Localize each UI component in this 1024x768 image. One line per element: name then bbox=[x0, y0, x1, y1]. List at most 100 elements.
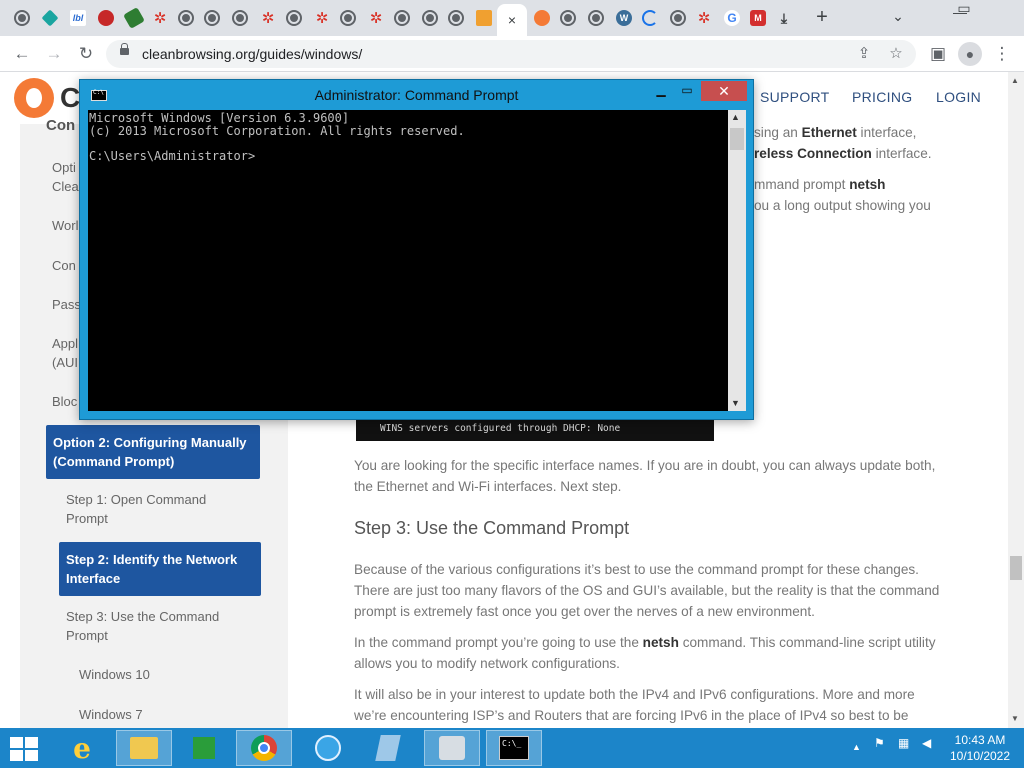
logo-text[interactable]: C bbox=[60, 82, 80, 114]
taskbar-file-explorer[interactable] bbox=[116, 730, 172, 766]
tab-26[interactable]: ✲ bbox=[691, 4, 717, 32]
cmd-line-version: Microsoft Windows [Version 6.3.9600] bbox=[89, 111, 350, 125]
cmd-scroll-up-icon[interactable]: ▲ bbox=[731, 112, 740, 122]
tab-18[interactable] bbox=[471, 4, 497, 32]
globe-icon bbox=[670, 10, 686, 26]
tab-21[interactable] bbox=[555, 4, 581, 32]
tab-6[interactable]: ✲ bbox=[147, 4, 173, 32]
taskbar-chrome[interactable] bbox=[236, 730, 292, 766]
tab-search-icon[interactable]: ⌄ bbox=[878, 0, 918, 32]
clock-time: 10:43 AM bbox=[954, 733, 1006, 747]
show-hidden-icons[interactable]: ▲ bbox=[852, 742, 861, 752]
clock[interactable]: 10:43 AM 10/10/2022 bbox=[942, 732, 1018, 764]
taskbar-app-gem[interactable] bbox=[360, 730, 416, 766]
cmd-line-prompt[interactable]: C:\Users\Administrator> bbox=[89, 149, 728, 163]
scroll-down-icon[interactable]: ▼ bbox=[1011, 714, 1019, 723]
tab-23[interactable]: W bbox=[611, 4, 637, 32]
side-panel-icon[interactable]: ▣ bbox=[926, 42, 950, 66]
profile-icon[interactable]: ● bbox=[958, 42, 982, 66]
tab-3[interactable]: lbl bbox=[65, 4, 91, 32]
cmd-scrollbar-thumb[interactable] bbox=[730, 128, 744, 150]
tab-10[interactable]: ✲ bbox=[255, 4, 281, 32]
bookmark-star-icon[interactable]: ☆ bbox=[886, 44, 906, 64]
start-button[interactable] bbox=[10, 737, 38, 761]
tab-12[interactable]: ✲ bbox=[309, 4, 335, 32]
cleanbrowsing-logo-icon[interactable] bbox=[14, 78, 54, 118]
paragraph-netsh: In the command prompt you’re going to us… bbox=[354, 635, 936, 671]
page-scrollbar-thumb[interactable] bbox=[1010, 556, 1022, 580]
tab-7[interactable] bbox=[173, 4, 199, 32]
network-tray-icon[interactable]: ▦ bbox=[898, 736, 909, 750]
cmd-line-copyright: (c) 2013 Microsoft Corporation. All righ… bbox=[89, 123, 465, 138]
tab-20[interactable] bbox=[529, 4, 555, 32]
tab-22[interactable] bbox=[583, 4, 609, 32]
back-icon[interactable]: ← bbox=[10, 42, 34, 66]
toc-windows7[interactable]: Windows 7 bbox=[79, 705, 143, 724]
tab-29[interactable]: ⤓ bbox=[771, 4, 797, 32]
tab-4[interactable] bbox=[93, 4, 119, 32]
tab-15[interactable] bbox=[389, 4, 415, 32]
taskbar-ie[interactable]: e bbox=[54, 730, 110, 766]
nav-pricing[interactable]: PRICING bbox=[852, 89, 912, 105]
volume-icon[interactable]: ◀ bbox=[922, 736, 931, 750]
tab-25[interactable] bbox=[665, 4, 691, 32]
cmd-scrollbar[interactable] bbox=[728, 110, 746, 411]
toc-step1[interactable]: Step 1: Open Command Prompt bbox=[66, 490, 206, 528]
cmd-scroll-down-icon[interactable]: ▼ bbox=[731, 398, 740, 408]
forward-icon[interactable]: → bbox=[42, 42, 66, 66]
tab-13[interactable] bbox=[335, 4, 361, 32]
cmd-minimize-button[interactable]: ▁ bbox=[648, 81, 674, 101]
globe-icon bbox=[232, 10, 248, 26]
tab-5[interactable] bbox=[121, 4, 147, 32]
toc-step3[interactable]: Step 3: Use the Command Prompt bbox=[66, 607, 219, 645]
page-scrollbar[interactable] bbox=[1008, 72, 1024, 728]
nav-support[interactable]: SUPPORT bbox=[760, 89, 830, 105]
code-line: WINS servers configured through DHCP: No… bbox=[380, 423, 621, 434]
flower-icon: ✲ bbox=[261, 10, 275, 27]
cmd-console[interactable]: Microsoft Windows [Version 6.3.9600] (c)… bbox=[88, 110, 728, 411]
cmd-titlebar[interactable]: Administrator: Command Prompt ▁ ▭ ✕ bbox=[80, 80, 753, 108]
cmd-maximize-button[interactable]: ▭ bbox=[674, 81, 700, 101]
address-bar[interactable]: cleanbrowsing.org/guides/windows/ ⇪ ☆ bbox=[106, 40, 916, 68]
toc-windows10[interactable]: Windows 10 bbox=[79, 665, 150, 684]
taskbar-cmd[interactable]: C:\_ bbox=[486, 730, 542, 766]
tab-2[interactable] bbox=[37, 4, 63, 32]
tab-28[interactable]: M bbox=[745, 4, 771, 32]
browser-menu-icon[interactable]: ⋮ bbox=[990, 42, 1014, 66]
tab-9[interactable] bbox=[227, 4, 253, 32]
taskbar-disc[interactable] bbox=[424, 730, 480, 766]
globe-icon bbox=[394, 10, 410, 26]
globe-icon bbox=[560, 10, 576, 26]
reload-icon[interactable]: ↻ bbox=[74, 42, 98, 66]
tab-27[interactable]: G bbox=[719, 4, 745, 32]
toc-option2-active[interactable]: Option 2: Configuring Manually (Command … bbox=[46, 425, 260, 479]
action-center-icon[interactable]: ⚑ bbox=[874, 736, 885, 750]
taskbar-network[interactable] bbox=[300, 730, 356, 766]
flower-icon: ✲ bbox=[369, 10, 383, 27]
cmd-close-button[interactable]: ✕ bbox=[701, 81, 747, 101]
share-icon[interactable]: ⇪ bbox=[854, 44, 874, 64]
tab-16[interactable] bbox=[417, 4, 443, 32]
scroll-up-icon[interactable]: ▲ bbox=[1011, 76, 1019, 85]
command-prompt-window[interactable]: Administrator: Command Prompt ▁ ▭ ✕ Micr… bbox=[79, 79, 754, 420]
new-tab-button[interactable]: + bbox=[810, 6, 834, 30]
tab-17[interactable] bbox=[443, 4, 469, 32]
tab-24[interactable] bbox=[637, 4, 663, 32]
toc-step2-active[interactable]: Step 2: Identify the Network Interface bbox=[59, 542, 261, 596]
close-tab-icon[interactable]: × bbox=[508, 12, 516, 28]
browser-toolbar: ← → ↻ cleanbrowsing.org/guides/windows/ … bbox=[0, 36, 1024, 72]
nav-login[interactable]: LOGIN bbox=[936, 89, 981, 105]
tab-1[interactable] bbox=[9, 4, 35, 32]
flower-icon: ✲ bbox=[153, 10, 167, 27]
url-text[interactable]: cleanbrowsing.org/guides/windows/ bbox=[142, 46, 362, 62]
tab-11[interactable] bbox=[281, 4, 307, 32]
tab-14[interactable]: ✲ bbox=[363, 4, 389, 32]
clock-date: 10/10/2022 bbox=[949, 749, 1011, 763]
tab-active[interactable]: × bbox=[497, 4, 527, 36]
window-restore-icon[interactable]: ▭ bbox=[944, 0, 984, 24]
taskbar-store[interactable] bbox=[176, 730, 232, 766]
windows-taskbar: e C:\_ ▲ ⚑ ▦ ◀ 10:43 AM 10/10/2022 bbox=[0, 728, 1024, 768]
flower-icon: ✲ bbox=[697, 10, 711, 27]
paragraph-fragment-4: ou a long output showing you bbox=[754, 198, 931, 213]
tab-8[interactable] bbox=[199, 4, 225, 32]
